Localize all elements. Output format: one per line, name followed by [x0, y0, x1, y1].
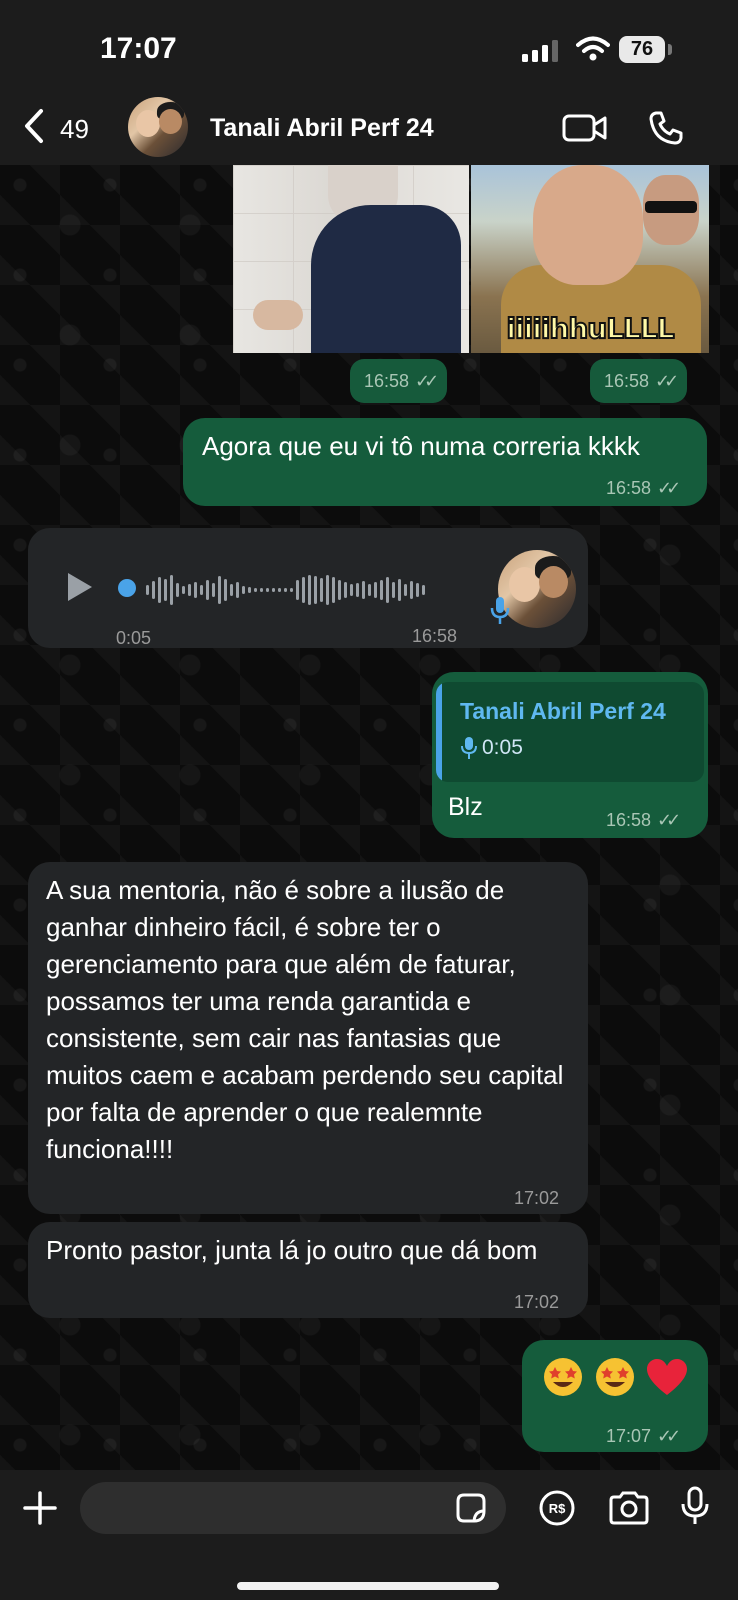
unread-count[interactable]: 49	[60, 114, 89, 145]
voice-call-icon[interactable]	[648, 110, 684, 146]
plus-icon[interactable]	[22, 1490, 58, 1526]
cellular-signal-icon	[522, 40, 558, 62]
image-caption: iiiiihhuLLLL	[505, 311, 675, 346]
video-call-icon[interactable]	[562, 112, 608, 144]
svg-text:R$: R$	[549, 1501, 566, 1516]
status-time: 17:07	[100, 32, 177, 65]
message-text: Agora que eu vi tô numa correria kkkk	[202, 431, 640, 461]
message-text: Pronto pastor, junta lá jo outro que dá …	[46, 1235, 538, 1265]
payment-icon[interactable]: R$	[538, 1489, 576, 1527]
back-chevron-icon[interactable]	[22, 108, 46, 144]
shared-image-right[interactable]: iiiiihhuLLLL	[471, 165, 709, 353]
message-incoming[interactable]: Pronto pastor, junta lá jo outro que dá …	[28, 1222, 588, 1318]
quoted-sender: Tanali Abril Perf 24	[460, 698, 666, 724]
voice-duration: 0:05	[116, 628, 152, 648]
message-outgoing[interactable]: Agora que eu vi tô numa correria kkkk 16…	[183, 418, 707, 506]
microphone-icon[interactable]	[680, 1486, 710, 1526]
camera-icon[interactable]	[608, 1490, 650, 1526]
message-time: 16:58 ✓✓	[606, 470, 681, 507]
message-incoming[interactable]: A sua mentoria, não é sobre a ilusão de …	[28, 862, 588, 1214]
chat-header: 49 Tanali Abril Perf 24	[0, 90, 738, 165]
sticker-icon[interactable]	[454, 1491, 488, 1525]
message-input-bar: R$	[0, 1470, 738, 1600]
message-text: A sua mentoria, não é sobre a ilusão de …	[46, 875, 564, 1164]
shared-image-left[interactable]	[233, 165, 469, 353]
message-time: 17:07 ✓✓	[606, 1418, 681, 1455]
star-struck-emoji-icon	[544, 1358, 582, 1396]
red-heart-emoji-icon	[647, 1359, 687, 1395]
home-indicator	[237, 1582, 499, 1590]
star-struck-emoji-icon	[596, 1358, 634, 1396]
image-timestamp-left: 16:58 ✓✓	[350, 359, 448, 403]
message-time: 17:02	[514, 1188, 560, 1208]
message-outgoing-emoji[interactable]: 17:07 ✓✓	[522, 1340, 708, 1452]
voice-waveform[interactable]	[146, 570, 425, 610]
image-timestamp-right: 16:58 ✓✓	[590, 359, 688, 403]
battery-tip	[668, 44, 672, 55]
read-ticks-icon: ✓✓	[657, 1426, 681, 1446]
status-bar: 17:07 76	[0, 0, 738, 90]
message-time: 16:58 ✓✓	[606, 802, 681, 839]
battery-indicator: 76	[619, 36, 665, 63]
wifi-icon	[576, 36, 610, 61]
contact-name[interactable]: Tanali Abril Perf 24	[210, 114, 434, 143]
message-time: 16:58	[412, 626, 458, 646]
quoted-reply[interactable]: Tanali Abril Perf 24 0:05	[436, 682, 704, 782]
quoted-duration: 0:05	[482, 736, 523, 759]
microphone-icon	[461, 737, 477, 759]
reply-accent-bar	[436, 682, 442, 782]
play-icon[interactable]	[62, 570, 96, 604]
read-ticks-icon: ✓✓	[657, 810, 681, 830]
playback-position-dot[interactable]	[118, 579, 136, 597]
contact-avatar[interactable]	[128, 97, 188, 157]
message-time: 17:02	[514, 1292, 560, 1312]
microphone-icon	[490, 597, 510, 624]
read-ticks-icon: ✓✓	[655, 371, 679, 391]
read-ticks-icon: ✓✓	[657, 478, 681, 498]
read-ticks-icon: ✓✓	[415, 371, 439, 391]
message-text: Blz	[448, 793, 483, 821]
message-text-field[interactable]	[80, 1482, 506, 1534]
